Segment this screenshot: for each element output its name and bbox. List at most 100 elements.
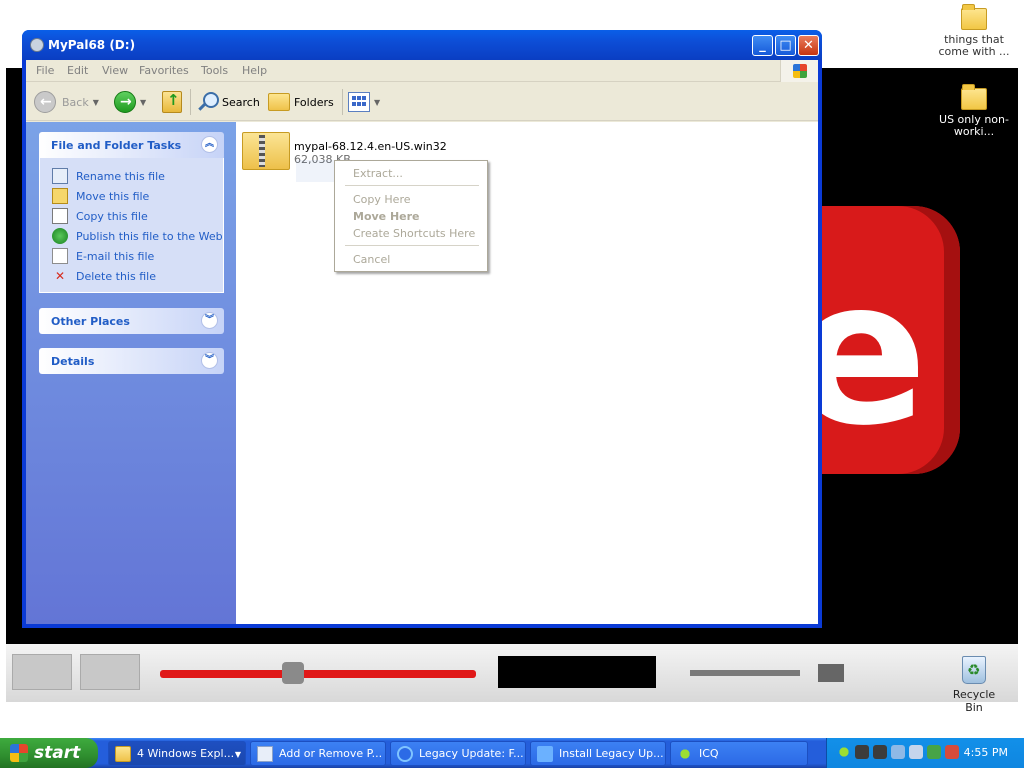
seek-bar[interactable] — [160, 670, 476, 678]
zip-file-icon[interactable] — [242, 132, 290, 170]
play-button[interactable] — [12, 654, 72, 690]
toolbar-divider — [190, 89, 191, 115]
details-header[interactable]: Details ︾ — [39, 348, 224, 374]
chevron-down-icon: ▼ — [374, 97, 381, 107]
task-delete[interactable]: ✕ Delete this file — [52, 266, 223, 286]
clock[interactable]: 4:55 PM — [964, 746, 1008, 759]
forward-button[interactable]: ▼ — [114, 88, 146, 116]
volume-slider[interactable] — [690, 670, 800, 676]
menu-favorites[interactable]: Favorites — [139, 64, 189, 77]
file-name[interactable]: mypal-68.12.4.en-US.win32 — [294, 140, 447, 153]
delete-icon: ✕ — [54, 269, 66, 283]
network-icon[interactable] — [891, 745, 905, 759]
up-folder-icon — [162, 91, 182, 113]
back-label: Back — [62, 95, 89, 109]
taskbar-button-label: Install Legacy Up... — [559, 747, 664, 760]
chevron-down-icon[interactable]: ︾ — [201, 352, 218, 369]
desktop-icon-things[interactable]: things that come with ... — [936, 4, 1012, 58]
desktop-icon-label: Recycle Bin — [952, 688, 996, 714]
menu-item-create-shortcuts[interactable]: Create Shortcuts Here — [353, 227, 475, 240]
file-folder-tasks-body: Rename this file Move this file Copy thi… — [39, 158, 224, 293]
menu-bar: File Edit View Favorites Tools Help — [26, 60, 818, 82]
menu-tools[interactable]: Tools — [201, 64, 228, 77]
desktop-icon-us-only[interactable]: US only non-worki... — [936, 84, 1012, 138]
folders-label: Folders — [294, 95, 334, 109]
move-icon — [52, 188, 68, 204]
email-icon — [52, 248, 68, 264]
menu-file[interactable]: File — [36, 64, 54, 77]
window-title: MyPal68 (D:) — [48, 38, 136, 52]
chevron-up-icon[interactable]: ︽ — [201, 136, 218, 153]
folders-button[interactable]: Folders — [268, 88, 334, 116]
globe-icon — [52, 228, 68, 244]
file-folder-tasks-panel: File and Folder Tasks ︽ Rename this file… — [39, 132, 224, 293]
menu-view[interactable]: View — [102, 64, 128, 77]
desktop-icon-label: things that come with ... — [938, 33, 1010, 58]
views-button[interactable]: ▼ — [348, 88, 380, 116]
toolbar: Back ▼ ▼ Search Folders ▼ — [26, 83, 818, 121]
taskbar-button-icq[interactable]: ICQ — [670, 741, 808, 766]
menu-help[interactable]: Help — [242, 64, 267, 77]
ie-icon — [397, 745, 413, 762]
task-copy[interactable]: Copy this file — [52, 206, 223, 226]
taskbar-button-explorer-group[interactable]: 4 Windows Expl... ▼ — [108, 741, 246, 766]
messenger-icon[interactable] — [873, 745, 887, 759]
menu-separator — [345, 185, 479, 186]
search-button[interactable]: Search — [196, 88, 260, 116]
back-arrow-icon — [34, 91, 56, 113]
menu-item-move-here[interactable]: Move Here — [353, 210, 420, 223]
folder-icon — [115, 745, 131, 762]
desktop-icon-recycle-bin[interactable]: Recycle Bin — [946, 656, 1002, 714]
taskbar-button-label: ICQ — [699, 747, 719, 760]
chevron-down-icon: ▼ — [234, 750, 241, 759]
volume-icon[interactable] — [909, 745, 923, 759]
speaker-icon[interactable] — [818, 664, 844, 682]
back-button[interactable]: Back ▼ — [34, 88, 99, 116]
add-remove-icon — [257, 745, 273, 762]
menu-item-cancel[interactable]: Cancel — [353, 253, 390, 266]
windows-flag-icon — [10, 744, 28, 762]
chevron-down-icon[interactable]: ▼ — [140, 98, 146, 107]
taskbar-button-label: Legacy Update: F... — [419, 747, 524, 760]
file-list[interactable]: mypal-68.12.4.en-US.win32 62,038 KB — [236, 122, 818, 624]
task-label: E-mail this file — [76, 249, 155, 263]
task-rename[interactable]: Rename this file — [52, 166, 223, 186]
up-folder-button[interactable] — [162, 88, 182, 116]
windows-flag-icon — [793, 64, 807, 78]
minimize-button[interactable]: _ — [752, 35, 773, 56]
video-frame-letter: e — [822, 264, 928, 444]
other-places-header[interactable]: Other Places ︾ — [39, 308, 224, 334]
maximize-button[interactable]: □ — [775, 35, 796, 56]
close-button[interactable]: ✕ — [798, 35, 819, 56]
task-label: Move this file — [76, 189, 150, 203]
pause-button[interactable] — [80, 654, 140, 690]
chevron-down-icon[interactable]: ▼ — [93, 98, 99, 107]
taskbar-button-install-legacy[interactable]: Install Legacy Up... — [530, 741, 666, 766]
taskbar: start 4 Windows Expl... ▼ Add or Remove … — [0, 738, 1024, 768]
file-folder-tasks-header[interactable]: File and Folder Tasks ︽ — [39, 132, 224, 158]
taskbar-button-add-remove[interactable]: Add or Remove P... — [250, 741, 386, 766]
taskbar-button-label: Add or Remove P... — [279, 747, 383, 760]
title-bar[interactable]: MyPal68 (D:) _ □ ✕ — [22, 30, 822, 60]
messenger-icon[interactable] — [855, 745, 869, 759]
update-icon[interactable] — [927, 745, 941, 759]
chevron-down-icon[interactable]: ︾ — [201, 312, 218, 329]
icq-tray-icon[interactable] — [837, 745, 851, 759]
task-move[interactable]: Move this file — [52, 186, 223, 206]
drive-icon — [30, 38, 44, 52]
taskbar-button-legacy-update[interactable]: Legacy Update: F... — [390, 741, 526, 766]
toolbar-divider — [342, 89, 343, 115]
window-client: File Edit View Favorites Tools Help Back… — [26, 60, 818, 624]
menu-edit[interactable]: Edit — [67, 64, 88, 77]
start-button[interactable]: start — [0, 738, 98, 768]
task-pane: File and Folder Tasks ︽ Rename this file… — [26, 122, 236, 624]
copy-icon — [52, 208, 68, 224]
details-panel: Details ︾ — [39, 348, 224, 374]
task-publish[interactable]: Publish this file to the Web — [52, 226, 223, 246]
task-email[interactable]: E-mail this file — [52, 246, 223, 266]
menu-item-copy-here[interactable]: Copy Here — [353, 193, 411, 206]
folders-icon — [268, 93, 290, 111]
menu-item-extract[interactable]: Extract... — [353, 167, 403, 180]
seek-handle[interactable] — [282, 662, 304, 684]
security-shield-icon[interactable] — [945, 745, 959, 759]
